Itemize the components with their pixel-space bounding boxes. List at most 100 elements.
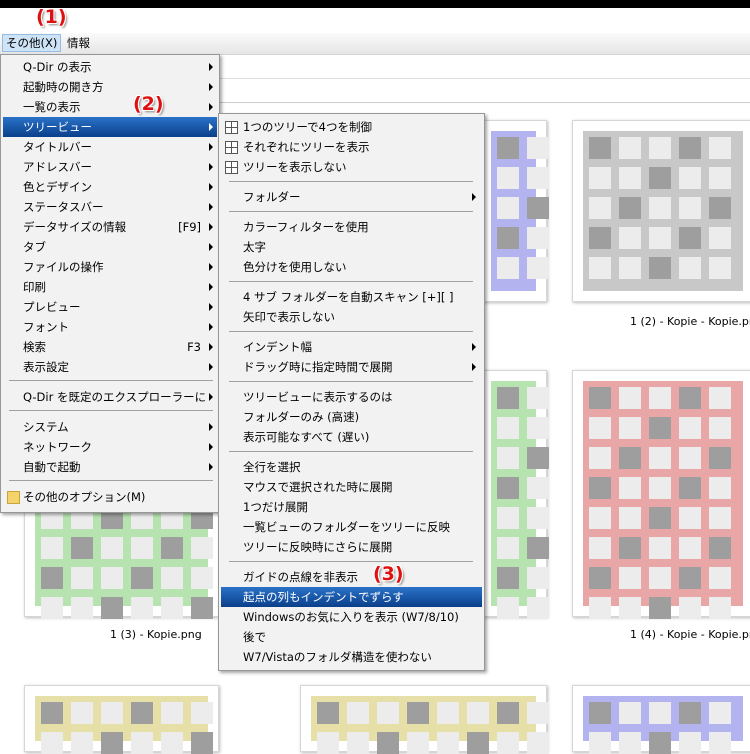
- thumbnail-cell: [709, 537, 731, 559]
- thumbnail-cell: [497, 597, 519, 619]
- thumbnail-cell: [101, 732, 123, 754]
- thumbnail[interactable]: [300, 685, 549, 754]
- thumbnail[interactable]: [24, 685, 219, 754]
- menu-item[interactable]: ファイルの操作: [3, 257, 217, 277]
- submenu-item[interactable]: インデント幅: [221, 337, 482, 357]
- submenu-item[interactable]: W7/Vistaのフォルダ構造を使わない: [221, 647, 482, 667]
- submenu-item[interactable]: ツリーに反映時にさらに展開: [221, 537, 482, 557]
- thumbnail-cell: [101, 567, 123, 589]
- thumbnail-cell: [131, 537, 153, 559]
- menu-item[interactable]: フォント: [3, 317, 217, 337]
- menu-item[interactable]: 自動で起動: [3, 457, 217, 477]
- submenu-item[interactable]: フォルダー: [221, 187, 482, 207]
- thumbnail-cell: [191, 702, 213, 724]
- submenu-item[interactable]: カラーフィルターを使用: [221, 217, 482, 237]
- menu-item[interactable]: データサイズの情報 [F9]: [3, 217, 217, 237]
- thumbnail-cell: [161, 597, 183, 619]
- menu-item-label: タイトルバー: [23, 140, 92, 154]
- address-bar[interactable]: [220, 56, 750, 79]
- menu-item-label: Q-Dir を既定のエクスプローラーに: [23, 390, 207, 404]
- menu-info[interactable]: 情報: [64, 35, 93, 51]
- thumbnail-cell: [589, 227, 611, 249]
- menu-item[interactable]: プレビュー: [3, 297, 217, 317]
- thumbnail-cell: [161, 567, 183, 589]
- menu-other[interactable]: その他(X): [2, 34, 62, 52]
- menu-item[interactable]: その他のオプション(M): [3, 487, 217, 507]
- menu-item[interactable]: ツリービュー: [3, 117, 217, 137]
- thumb-caption[interactable]: 1 (4) - Kopie - Kopie.png: [630, 628, 750, 641]
- submenu-item[interactable]: ツリービューに表示するのは: [221, 387, 482, 407]
- menu-item[interactable]: 一覧の表示: [3, 97, 217, 117]
- thumbnail-cell: [377, 732, 399, 754]
- menu-item-label: ステータスバー: [23, 200, 104, 214]
- screen-top-edge: [0, 0, 750, 8]
- thumbnail-cell: [709, 137, 731, 159]
- thumbnail-cell: [527, 137, 549, 159]
- menu-item[interactable]: 検索 F3: [3, 337, 217, 357]
- submenu-item[interactable]: 一覧ビューのフォルダーをツリーに反映: [221, 517, 482, 537]
- submenu-arrow-icon: [209, 103, 213, 111]
- menu-item[interactable]: タブ: [3, 237, 217, 257]
- thumbnail-image: [583, 381, 743, 619]
- menu-item[interactable]: タイトルバー: [3, 137, 217, 157]
- thumbnail-cell: [589, 732, 611, 754]
- thumbnail-cell: [41, 537, 63, 559]
- submenu-item[interactable]: 1つのツリーで4つを制御: [221, 117, 482, 137]
- submenu-item[interactable]: 後で: [221, 627, 482, 647]
- submenu-item-label: 矢印で表示しない: [243, 310, 335, 324]
- thumbnail-cell: [649, 227, 671, 249]
- thumbnail[interactable]: [480, 370, 549, 619]
- submenu-item[interactable]: 表示可能なすべて (遅い): [221, 427, 482, 447]
- thumbnail-cell: [467, 732, 489, 754]
- submenu-arrow-icon: [209, 183, 213, 191]
- menu-item[interactable]: アドレスバー: [3, 157, 217, 177]
- thumbnail-cell: [709, 702, 731, 724]
- thumb-caption[interactable]: 1 (2) - Kopie - Kopie.png: [630, 315, 750, 328]
- layout-grid-icon: [225, 141, 238, 154]
- menu-item[interactable]: ステータスバー: [3, 197, 217, 217]
- submenu-item[interactable]: Windowsのお気に入りを表示 (W7/8/10): [221, 607, 482, 627]
- thumbnail-cell: [527, 732, 549, 754]
- menu-item[interactable]: 表示設定: [3, 357, 217, 377]
- thumbnail-cell: [589, 167, 611, 189]
- menu-item-label: 表示設定: [23, 360, 69, 374]
- thumbnail[interactable]: [572, 370, 750, 619]
- thumb-caption[interactable]: 1 (3) - Kopie.png: [110, 628, 202, 641]
- submenu-item[interactable]: 1つだけ展開: [221, 497, 482, 517]
- thumbnail[interactable]: [572, 120, 750, 302]
- submenu-item[interactable]: ツリーを表示しない: [221, 157, 482, 177]
- thumbnail-cell: [619, 507, 641, 529]
- thumbnail-cell: [527, 197, 549, 219]
- submenu-item[interactable]: ドラッグ時に指定時間で展開: [221, 357, 482, 377]
- menu-item[interactable]: 起動時の開き方: [3, 77, 217, 97]
- thumbnail-cell: [589, 197, 611, 219]
- menu-item[interactable]: Q-Dir の表示: [3, 57, 217, 77]
- menu-item[interactable]: ネットワーク: [3, 437, 217, 457]
- submenu-item[interactable]: ガイドの点線を非表示: [221, 567, 482, 587]
- thumbnail-cell: [679, 597, 701, 619]
- thumbnail-cell: [589, 567, 611, 589]
- submenu-item[interactable]: 矢印で表示しない: [221, 307, 482, 327]
- thumbnail-cell: [161, 702, 183, 724]
- thumbnail[interactable]: [480, 120, 549, 302]
- thumbnail-cell: [619, 537, 641, 559]
- menu-item[interactable]: Q-Dir を既定のエクスプローラーに: [3, 387, 217, 407]
- submenu-item[interactable]: 色分けを使用しない: [221, 257, 482, 277]
- thumbnail-cell: [619, 387, 641, 409]
- submenu-item[interactable]: 全行を選択: [221, 457, 482, 477]
- submenu-item[interactable]: それぞれにツリーを表示: [221, 137, 482, 157]
- thumbnail-cell: [649, 537, 671, 559]
- thumbnail-cell: [41, 702, 63, 724]
- menu-item[interactable]: システム: [3, 417, 217, 437]
- thumbnail-cell: [649, 702, 671, 724]
- submenu-item[interactable]: マウスで選択された時に展開: [221, 477, 482, 497]
- submenu-item[interactable]: 太字: [221, 237, 482, 257]
- menu-item[interactable]: 色とデザイン: [3, 177, 217, 197]
- menu-item[interactable]: 印刷: [3, 277, 217, 297]
- submenu-item[interactable]: 4 サブ フォルダーを自動スキャン [+][ ]: [221, 287, 482, 307]
- menu-separator: [229, 181, 473, 182]
- thumbnail-image: [491, 131, 549, 291]
- submenu-item[interactable]: 起点の列もインデントでずらす: [221, 587, 482, 607]
- submenu-item[interactable]: フォルダーのみ (高速): [221, 407, 482, 427]
- thumbnail[interactable]: [572, 685, 750, 754]
